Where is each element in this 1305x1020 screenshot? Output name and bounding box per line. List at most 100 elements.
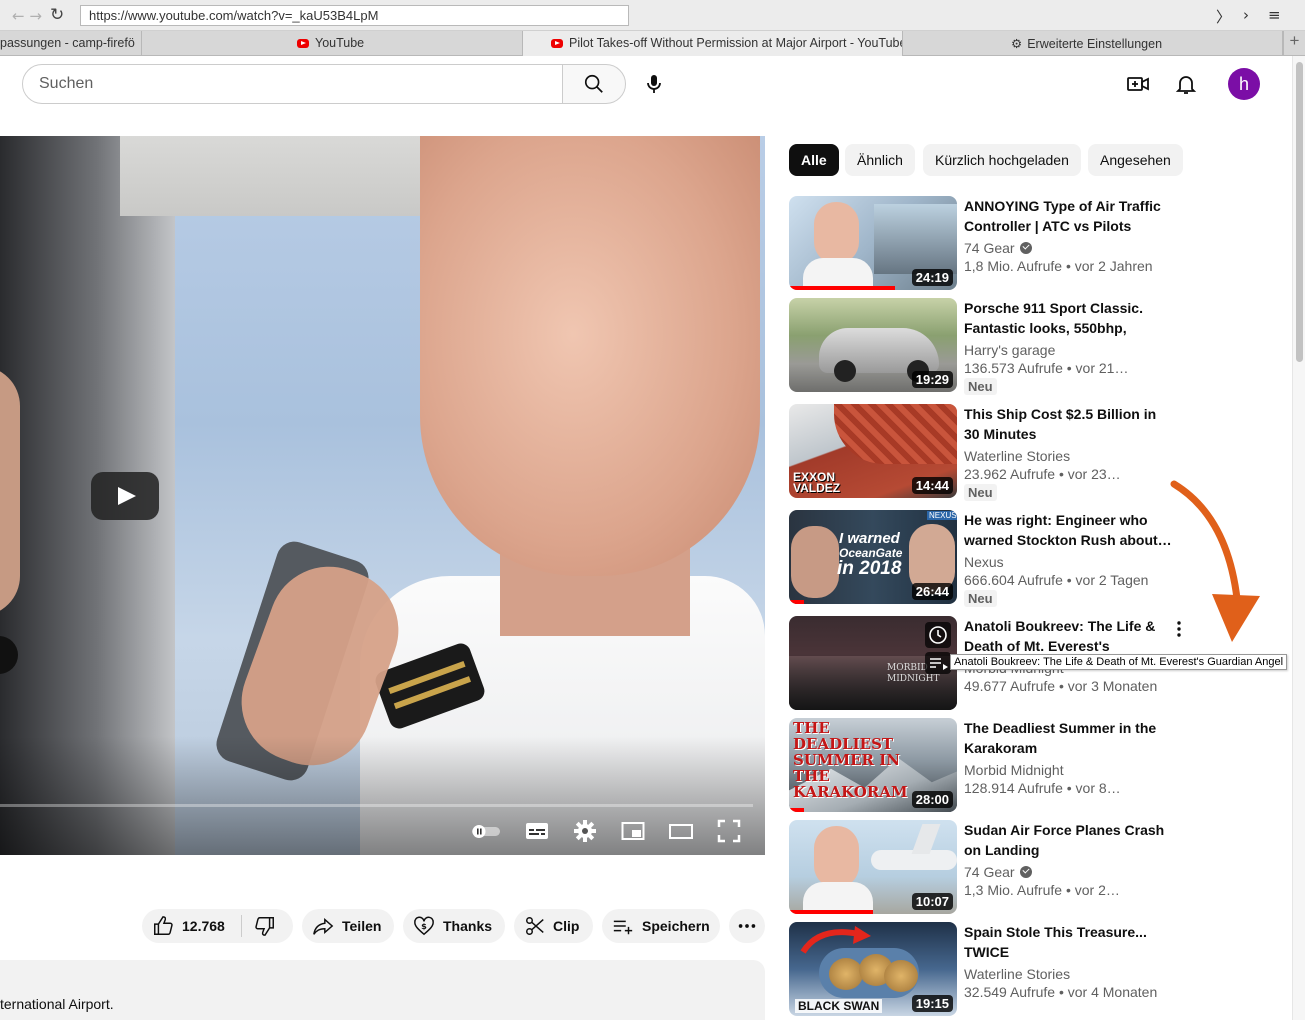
settings-gear-icon[interactable] (573, 819, 597, 843)
dislike-icon[interactable] (254, 915, 276, 937)
pilot-face (814, 826, 859, 888)
video-thumbnail[interactable]: 24:19 (789, 196, 957, 290)
tab-youtube[interactable]: YouTube (142, 31, 523, 56)
page-scrollbar[interactable] (1292, 56, 1305, 1020)
scissors-icon (526, 917, 544, 935)
channel-name[interactable]: 74 Gear (964, 864, 1032, 880)
recommendation-item[interactable]: NEXUS I warned OceanGate in 2018 26:44 H… (789, 510, 1179, 607)
channel-name[interactable]: 74 Gear (964, 240, 1032, 256)
video-meta: 666.604 Aufrufe • vor 2 Tagen (964, 572, 1149, 588)
chevron-right-icon[interactable]: › (1243, 6, 1249, 24)
recommendation-item[interactable]: THE DEADLIEST SUMMER IN THE KARAKORAM 28… (789, 718, 1179, 814)
share-button[interactable]: Teilen (302, 909, 394, 943)
chip-all[interactable]: Alle (789, 144, 839, 176)
notifications-bell-icon[interactable] (1174, 72, 1198, 96)
description-box[interactable]: ternational Airport. (0, 960, 765, 1020)
pilot-face (814, 202, 859, 264)
miniplayer-icon[interactable] (621, 819, 645, 843)
chip-watched[interactable]: Angesehen (1088, 144, 1183, 176)
playlist-add-icon (613, 920, 633, 935)
video-title[interactable]: The Deadliest Summer in the Karakoram (964, 718, 1174, 758)
new-tab-button[interactable]: + (1283, 31, 1305, 56)
title-tooltip: Anatoli Boukreev: The Life & Death of Mt… (950, 654, 1288, 670)
tab-label: Pilot Takes-off Without Permission at Ma… (569, 36, 903, 50)
chip-recent[interactable]: Kürzlich hochgeladen (923, 144, 1081, 176)
voice-search-button[interactable] (634, 64, 674, 104)
video-title[interactable]: He was right: Engineer who warned Stockt… (964, 510, 1174, 550)
scrollbar-thumb[interactable] (1296, 62, 1303, 362)
autoplay-toggle-icon[interactable] (470, 819, 502, 843)
play-button[interactable] (91, 472, 159, 520)
search-input[interactable]: Suchen (22, 64, 563, 104)
tab-current-video[interactable]: Pilot Takes-off Without Permission at Ma… (523, 31, 903, 56)
window-frame (120, 136, 465, 216)
video-thumbnail[interactable]: THE DEADLIEST SUMMER IN THE KARAKORAM 28… (789, 718, 957, 812)
recommendation-item[interactable]: 19:29 Porsche 911 Sport Classic. Fantast… (789, 298, 1179, 395)
video-thumbnail[interactable]: BLACK SWAN 19:15 (789, 922, 957, 1016)
new-badge: Neu (964, 590, 997, 607)
clip-button[interactable]: Clip (514, 909, 593, 943)
channel-label: 74 Gear (964, 864, 1015, 880)
create-video-icon[interactable] (1126, 72, 1150, 96)
youtube-icon (551, 39, 563, 48)
more-horizontal-icon (738, 924, 756, 928)
video-thumbnail[interactable]: MORBID MIDNIGHT (789, 616, 957, 710)
microphone-icon (647, 75, 661, 93)
like-dislike-group: 12.768 (142, 909, 293, 943)
bookmark-icon[interactable]: 〉 (1216, 6, 1231, 27)
progress-bar[interactable] (0, 804, 753, 807)
video-thumbnail[interactable]: NEXUS I warned OceanGate in 2018 26:44 (789, 510, 957, 604)
recommendation-item[interactable]: EXXON VALDEZ 14:44 This Ship Cost $2.5 B… (789, 404, 1179, 501)
youtube-icon (297, 39, 309, 48)
chip-similar[interactable]: Ähnlich (845, 144, 915, 176)
video-title[interactable]: Sudan Air Force Planes Crash on Landing (964, 820, 1174, 860)
channel-tag: NEXUS (927, 511, 957, 520)
recommendation-item[interactable]: 10:07 Sudan Air Force Planes Crash on La… (789, 820, 1179, 916)
video-thumbnail[interactable]: 10:07 (789, 820, 957, 914)
save-button[interactable]: Speichern (602, 909, 720, 943)
tab-settings[interactable]: ⚙ Erweiterte Einstellungen (903, 31, 1283, 56)
tab-1[interactable]: passungen - camp-firefö (0, 31, 142, 56)
channel-name[interactable]: Waterline Stories (964, 448, 1070, 464)
recommendation-item[interactable]: 24:19 ANNOYING Type of Air Traffic Contr… (789, 196, 1179, 292)
thumbnail-text: THE DEADLIEST SUMMER IN THE KARAKORAM (793, 719, 908, 801)
tab-label: Erweiterte Einstellungen (1027, 37, 1163, 51)
person-face (791, 526, 839, 598)
thanks-button[interactable]: $ Thanks (403, 909, 505, 943)
reload-icon[interactable]: ↻ (50, 5, 64, 25)
thumbnail-text: in 2018 (837, 558, 902, 579)
video-thumbnail[interactable]: EXXON VALDEZ 14:44 (789, 404, 957, 498)
video-title[interactable]: Spain Stole This Treasure... TWICE (964, 922, 1174, 962)
duration-badge: 10:07 (911, 893, 953, 910)
recommendation-item[interactable]: BLACK SWAN 19:15 Spain Stole This Treasu… (789, 922, 1179, 1018)
theater-mode-icon[interactable] (669, 819, 693, 843)
avatar[interactable]: h (1228, 68, 1260, 100)
video-player[interactable] (0, 136, 765, 855)
channel-name[interactable]: Harry's garage (964, 342, 1055, 358)
tab-bar: passungen - camp-firefö YouTube Pilot Ta… (0, 31, 1305, 56)
menu-icon[interactable]: ≡ (1268, 6, 1281, 24)
channel-name[interactable]: Nexus (964, 554, 1004, 570)
copilot-figure (0, 366, 20, 616)
subtitles-icon[interactable] (525, 819, 549, 843)
channel-label: Waterline Stories (964, 966, 1071, 982)
thanks-label: Thanks (443, 918, 493, 934)
back-forward-icon[interactable]: ← → (12, 7, 42, 25)
address-bar[interactable]: https://www.youtube.com/watch?v=_kaU53B4… (80, 5, 629, 26)
video-thumbnail[interactable]: 19:29 (789, 298, 957, 392)
fullscreen-icon[interactable] (717, 819, 741, 843)
video-title[interactable]: Anatoli Boukreev: The Life & Death of Mt… (964, 616, 1174, 656)
channel-name[interactable]: Morbid Midnight (964, 762, 1064, 778)
video-title[interactable]: This Ship Cost $2.5 Billion in 30 Minute… (964, 404, 1174, 444)
pilot-head (420, 136, 760, 576)
more-actions-button[interactable] (729, 909, 765, 943)
search-button[interactable] (562, 64, 626, 104)
channel-name[interactable]: Waterline Stories (964, 966, 1070, 982)
video-title[interactable]: ANNOYING Type of Air Traffic Controller … (964, 196, 1174, 236)
add-to-queue-icon[interactable] (925, 652, 951, 674)
like-count[interactable]: 12.768 (182, 918, 225, 934)
watch-later-icon[interactable] (925, 622, 951, 648)
save-label: Speichern (642, 918, 710, 934)
like-icon[interactable] (152, 915, 174, 937)
video-title[interactable]: Porsche 911 Sport Classic. Fantastic loo… (964, 298, 1174, 338)
